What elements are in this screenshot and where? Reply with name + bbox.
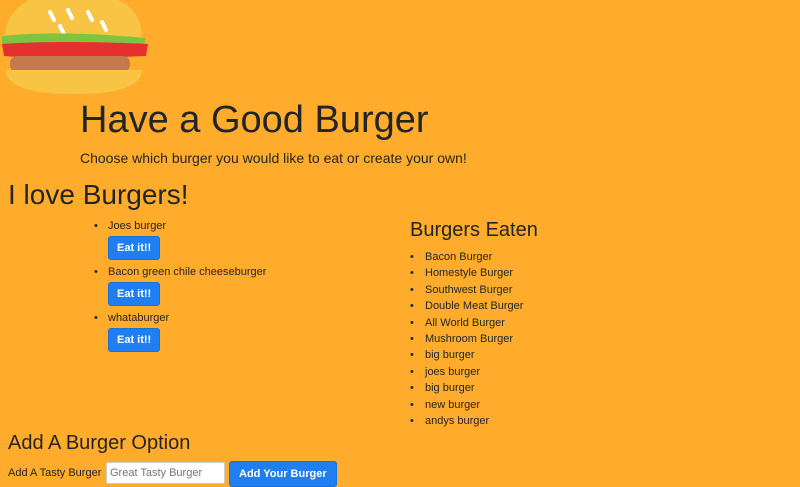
bullet-icon: • [410, 333, 414, 346]
list-item: • All World Burger [410, 315, 523, 331]
list-item: • joes burger [410, 364, 523, 380]
eaten-burger-name: big burger [425, 382, 475, 395]
add-burger-button[interactable]: Add Your Burger [229, 461, 337, 487]
eaten-burger-name: big burger [425, 349, 475, 362]
add-burger-label: Add A Tasty Burger [8, 467, 102, 479]
eaten-burger-name: andys burger [425, 415, 490, 428]
eaten-list: • Bacon Burger • Homestyle Burger • Southwe… [410, 249, 523, 429]
list-item: • Bacon Burger [410, 249, 523, 265]
bullet-icon: • [410, 398, 414, 411]
eaten-burger-name: Double Meat Burger [425, 300, 524, 313]
bullet-icon: • [410, 300, 414, 313]
burger-name: Bacon green chile cheeseburger [108, 266, 267, 278]
bullet-icon: • [410, 415, 414, 428]
page-subtitle: Choose which burger you would like to ea… [80, 150, 467, 166]
bullet-icon: • [94, 220, 98, 232]
eaten-burger-name: Bacon Burger [425, 251, 493, 263]
list-item: • Double Meat Burger [410, 298, 523, 314]
eaten-burger-name: Homestyle Burger [425, 267, 514, 280]
burgers-eaten-heading: Burgers Eaten [410, 219, 538, 241]
eat-it-button[interactable]: Eat it!! [108, 236, 161, 260]
eat-it-button[interactable]: Eat it!! [108, 282, 161, 306]
bullet-icon: • [410, 365, 414, 378]
list-item: • whataburger Eat it!! [90, 311, 350, 352]
list-item: • Southwest Burger [410, 282, 523, 298]
list-item: • big burger [410, 347, 523, 363]
eaten-burger-name: Southwest Burger [425, 283, 513, 296]
bullet-icon: • [410, 267, 414, 280]
list-item: • Mushroom Burger [410, 331, 523, 347]
list-item: • Joes burger Eat it!! [90, 219, 350, 260]
add-burger-heading: Add A Burger Option [8, 432, 191, 454]
bullet-icon: • [410, 283, 414, 296]
list-item: • Homestyle Burger [410, 265, 523, 281]
bullet-icon: • [94, 266, 98, 278]
burger-icon [0, 0, 150, 98]
love-burgers-heading: I love Burgers! [8, 179, 189, 210]
eaten-burger-name: new burger [425, 398, 481, 411]
eaten-burger-name: joes burger [425, 365, 481, 378]
eaten-burger-name: Mushroom Burger [425, 333, 514, 346]
burger-name: whataburger [108, 312, 170, 324]
bullet-icon: • [410, 349, 414, 362]
list-item: • andys burger [410, 413, 523, 429]
bullet-icon: • [94, 312, 98, 324]
bullet-icon: • [410, 382, 414, 395]
burger-name-input[interactable] [106, 462, 225, 484]
list-item: • new burger [410, 397, 523, 413]
eaten-burger-name: All World Burger [425, 316, 505, 329]
eat-it-button[interactable]: Eat it!! [108, 328, 161, 352]
burger-list: • Joes burger Eat it!! • Bacon green chi… [90, 219, 350, 357]
page-title: Have a Good Burger [80, 99, 429, 141]
list-item: • Bacon green chile cheeseburger Eat it!… [90, 265, 350, 306]
bullet-icon: • [410, 251, 414, 263]
burger-name: Joes burger [108, 220, 167, 232]
list-item: • big burger [410, 380, 523, 396]
bullet-icon: • [410, 316, 414, 329]
